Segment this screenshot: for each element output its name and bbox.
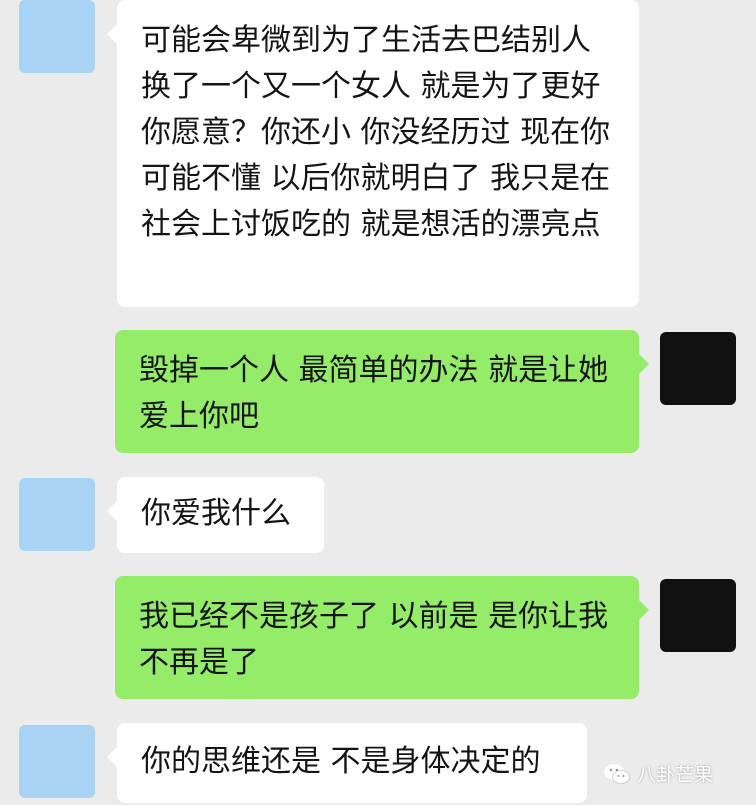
- contact-avatar[interactable]: [19, 478, 95, 551]
- message-text: 可能会卑微到为了生活去巴结别人 换了一个又一个女人 就是为了更好 你愿意？你还小…: [141, 23, 611, 242]
- message-text: 你的思维还是 不是身体决定的: [141, 744, 541, 779]
- self-avatar[interactable]: [660, 579, 736, 652]
- message-text: 毁掉一个人 最简单的办法 就是让她爱上你吧: [139, 353, 609, 434]
- watermark-text: 八卦芒果: [637, 764, 714, 786]
- contact-avatar[interactable]: [19, 725, 95, 798]
- message-bubble-incoming[interactable]: 你的思维还是 不是身体决定的: [107, 723, 587, 803]
- message-bubble-outgoing[interactable]: 毁掉一个人 最简单的办法 就是让她爱上你吧: [115, 330, 649, 453]
- self-avatar[interactable]: [660, 332, 736, 405]
- message-bubble-incoming[interactable]: 可能会卑微到为了生活去巴结别人 换了一个又一个女人 就是为了更好 你愿意？你还小…: [107, 0, 639, 307]
- message-text: 我已经不是孩子了 以前是 是你让我不再是了: [139, 599, 609, 680]
- message-text: 你爱我什么: [141, 496, 291, 531]
- message-bubble-outgoing[interactable]: 我已经不是孩子了 以前是 是你让我不再是了: [115, 576, 649, 699]
- wechat-icon: [603, 762, 631, 786]
- message-bubble-incoming[interactable]: 你爱我什么: [107, 477, 324, 553]
- contact-avatar[interactable]: [19, 0, 95, 73]
- watermark: 八卦芒果: [603, 760, 713, 787]
